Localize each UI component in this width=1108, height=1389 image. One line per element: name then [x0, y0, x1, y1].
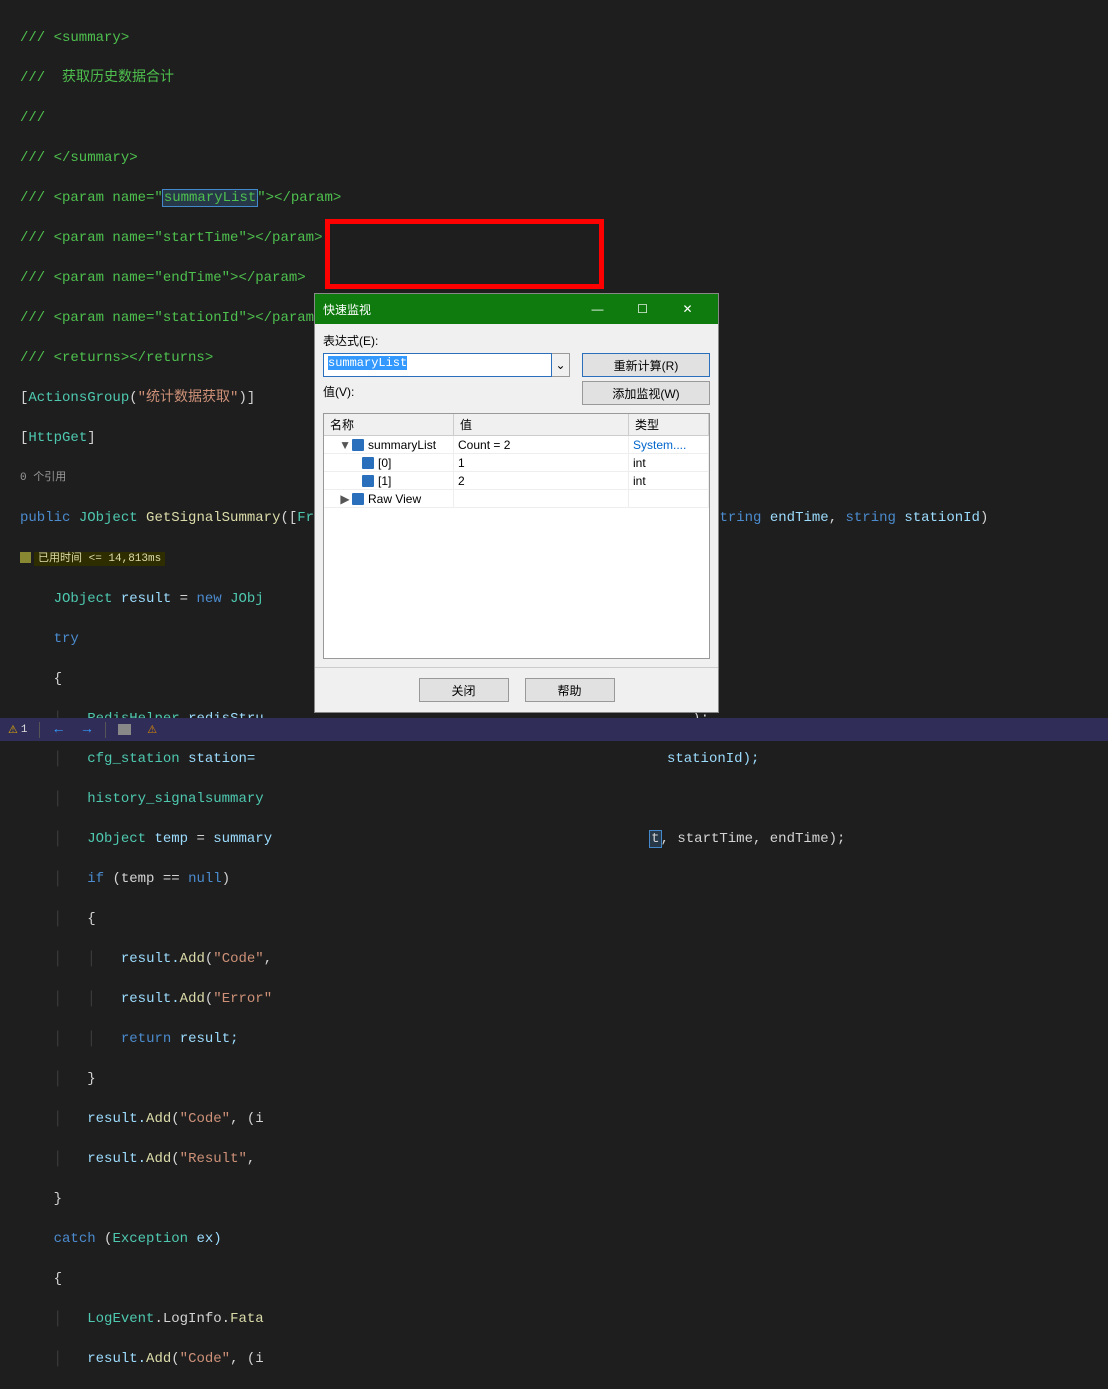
expression-input[interactable]: summaryList [323, 353, 552, 377]
object-icon [362, 475, 374, 487]
doc-param-summarylist: summaryList [163, 190, 257, 206]
chevron-down-icon: ⌄ [555, 358, 565, 372]
col-header-type[interactable]: 类型 [629, 414, 709, 435]
doc-returns: /// <returns></returns> [20, 350, 213, 366]
code-line: /// <summary> [20, 28, 1108, 48]
code-line: { [20, 1269, 1108, 1289]
nav-forward-button[interactable]: → [77, 722, 97, 738]
code-line: } [20, 1189, 1108, 1209]
cell-type: int [629, 454, 709, 471]
code-line: /// </summary> [20, 148, 1108, 168]
code-line: │ result.Add("Code", (i [20, 1349, 1108, 1369]
recalculate-button[interactable]: 重新计算(R) [582, 353, 710, 377]
separator [105, 722, 106, 738]
col-header-name[interactable]: 名称 [324, 414, 454, 435]
cell-type: System.... [629, 436, 709, 453]
doc-summary-close: /// </summary> [20, 150, 138, 166]
cell-value: Count = 2 [454, 436, 629, 453]
code-line: │ │ result.Add("Code", [20, 949, 1108, 969]
flag-icon [118, 724, 131, 735]
maximize-button[interactable]: ☐ [620, 294, 665, 324]
object-icon [362, 457, 374, 469]
object-icon [352, 439, 364, 451]
grid-row[interactable]: [0]1int [324, 454, 709, 472]
expander-icon[interactable]: ▼ [338, 438, 352, 452]
code-line: /// [20, 108, 1108, 128]
grid-row[interactable]: ▼summaryListCount = 2System.... [324, 436, 709, 454]
col-header-value[interactable]: 值 [454, 414, 629, 435]
warnings-indicator[interactable]: ⚠1 [4, 723, 31, 737]
add-watch-button[interactable]: 添加监视(W) [582, 381, 710, 405]
alert-indicator[interactable]: ⚠ [143, 723, 161, 737]
expander-icon[interactable] [348, 456, 362, 470]
cell-value: 1 [454, 454, 629, 471]
status-bar: ⚠1 ← → ⚠ [0, 718, 1108, 741]
minimize-button[interactable]: — [575, 294, 620, 324]
close-dialog-button[interactable]: 关闭 [419, 678, 509, 702]
quickwatch-title: 快速监视 [323, 301, 575, 318]
code-line: │ result.Add("Result", [20, 1149, 1108, 1169]
code-line: /// <param name="endTime"></param> [20, 268, 1108, 288]
code-line: │ JObject temp = summary t, startTime, e… [20, 829, 1108, 849]
cell-name: [1] [324, 472, 454, 489]
code-line: │ result.Add("Code", (i [20, 1109, 1108, 1129]
object-icon [352, 493, 364, 505]
watch-grid[interactable]: 名称 值 类型 ▼summaryListCount = 2System.... … [323, 413, 710, 659]
timing-icon [20, 552, 31, 563]
cell-value [454, 490, 629, 507]
expander-icon[interactable] [348, 474, 362, 488]
code-line: │ if (temp == null) [20, 869, 1108, 889]
debug-timing[interactable]: 已用时间 <= 14,813ms [34, 552, 165, 566]
doc-summary-open: /// <summary> [20, 30, 129, 46]
help-button[interactable]: 帮助 [525, 678, 615, 702]
flag-indicator[interactable] [114, 724, 135, 735]
close-button[interactable]: ✕ [665, 294, 710, 324]
cell-type [629, 490, 709, 507]
code-line: │ cfg_station station= stationId); [20, 749, 1108, 769]
cell-name: [0] [324, 454, 454, 471]
cell-name: ▶Raw View [324, 490, 454, 507]
code-line: │ │ return result; [20, 1029, 1108, 1049]
code-line: │ { [20, 909, 1108, 929]
grid-row[interactable]: ▶Raw View [324, 490, 709, 508]
code-line: │ │ result.Add("Error" [20, 989, 1108, 1009]
code-line: catch (Exception ex) [20, 1229, 1108, 1249]
quickwatch-titlebar[interactable]: 快速监视 — ☐ ✕ [315, 294, 718, 324]
nav-back-button[interactable]: ← [48, 722, 68, 738]
expander-icon[interactable]: ▶ [338, 492, 352, 506]
code-line: │ LogEvent.LogInfo.Fata [20, 1309, 1108, 1329]
expression-dropdown-button[interactable]: ⌄ [552, 353, 570, 377]
code-line: /// <param name="startTime"></param> [20, 228, 1108, 248]
cell-type: int [629, 472, 709, 489]
code-line: │ history_signalsummary [20, 789, 1108, 809]
cell-name: ▼summaryList [324, 436, 454, 453]
code-line: │ } [20, 1069, 1108, 1089]
grid-row[interactable]: [1]2int [324, 472, 709, 490]
code-line: /// 获取历史数据合计 [20, 68, 1108, 88]
code-line: /// <param name="summaryList"></param> [20, 188, 1108, 208]
value-label: 值(V): [323, 383, 570, 400]
grid-header: 名称 值 类型 [324, 414, 709, 436]
doc-summary-text: /// 获取历史数据合计 [20, 70, 174, 86]
quickwatch-dialog[interactable]: 快速监视 — ☐ ✕ 表达式(E): summaryList ⌄ 重新计算(R)… [314, 293, 719, 713]
separator [39, 722, 40, 738]
cell-value: 2 [454, 472, 629, 489]
warning-icon: ⚠ [8, 723, 18, 737]
expression-label: 表达式(E): [323, 332, 710, 349]
